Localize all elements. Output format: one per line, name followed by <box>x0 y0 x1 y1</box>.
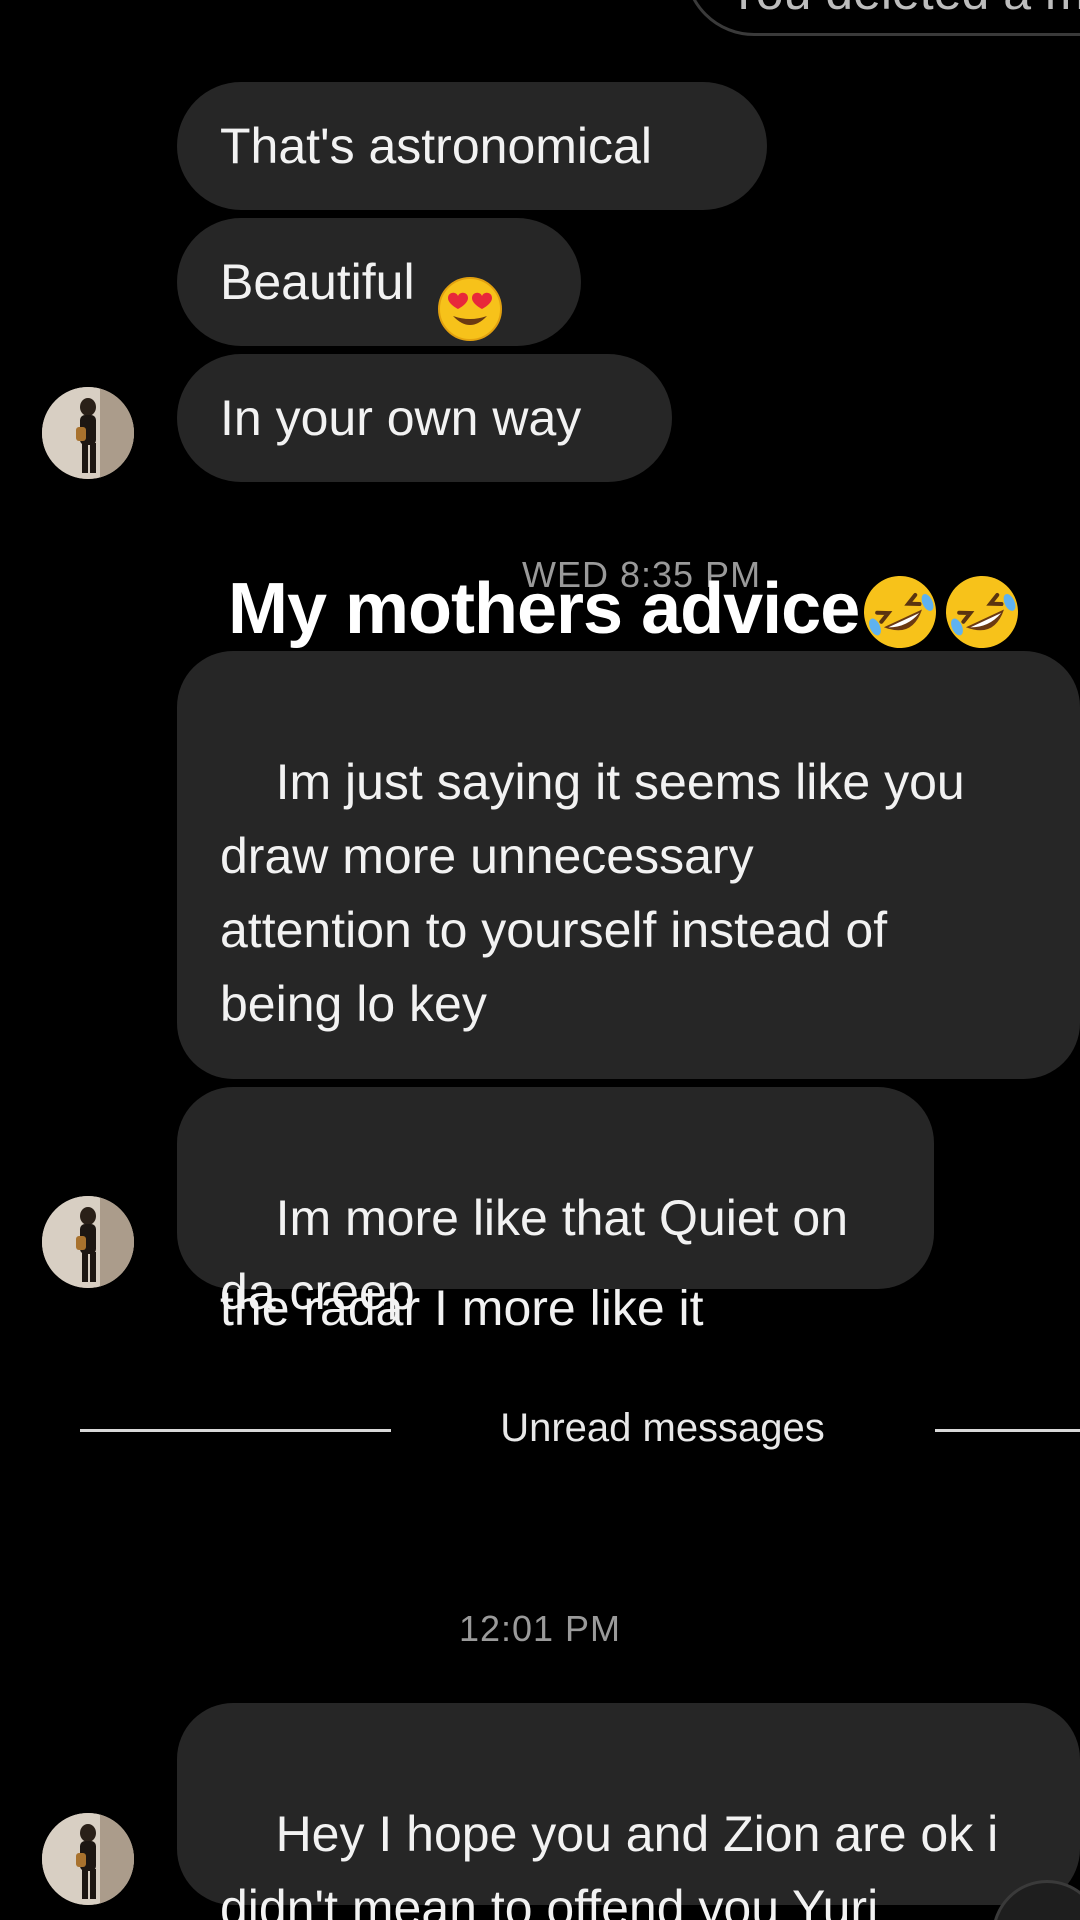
chat-screen: You deleted a m That's astronomical Beau… <box>0 0 1080 1920</box>
rofl-icon <box>859 571 941 656</box>
avatar[interactable] <box>42 1196 134 1288</box>
message-text: Hey I hope you and Zion are ok i didn't … <box>220 1806 999 1920</box>
unread-divider-label: Unread messages <box>500 1406 825 1450</box>
avatar[interactable] <box>42 1813 134 1905</box>
caption-text: My mothers advice <box>228 569 860 649</box>
rofl-icon <box>941 571 1023 656</box>
message-text: Beautiful <box>220 254 415 310</box>
avatar[interactable] <box>42 387 134 479</box>
message-bubble[interactable]: Im more like that Quiet on da creep <box>177 1087 934 1320</box>
message-bubble[interactable]: Beautiful <box>177 218 581 346</box>
message-text: In your own way <box>220 390 582 446</box>
sent-message-text: You deleted a m <box>727 0 1080 21</box>
video-caption-overlay: My mothers advice <box>228 568 1023 656</box>
sent-message-bubble[interactable]: You deleted a m <box>684 0 1080 36</box>
divider-line-left <box>80 1429 391 1432</box>
message-bubble[interactable]: In your own way <box>177 354 672 482</box>
message-bubble[interactable]: Hey I hope you and Zion are ok i didn't … <box>177 1703 1080 1920</box>
message-text: Im just saying it seems like you draw mo… <box>220 754 965 1032</box>
divider-line-right <box>935 1429 1080 1432</box>
message-timestamp: 12:01 PM <box>458 1608 622 1649</box>
message-bubble[interactable]: Im just saying it seems like you draw mo… <box>177 651 1080 1336</box>
